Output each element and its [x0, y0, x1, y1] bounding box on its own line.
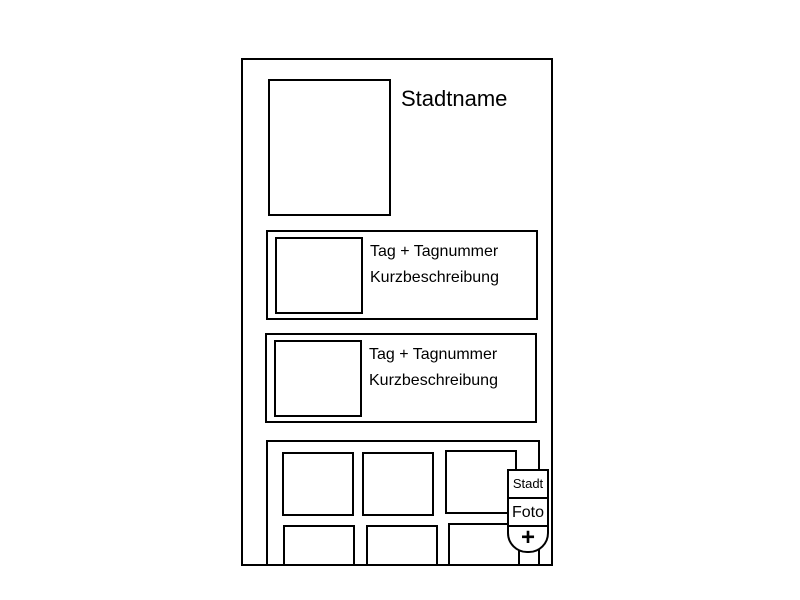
fab-menu: Stadt Foto + — [507, 469, 549, 553]
day-card[interactable]: Tag + Tagnummer Kurzbeschreibung — [265, 333, 537, 423]
day-title: Tag + Tagnummer — [369, 346, 498, 363]
day-description: Kurzbeschreibung — [370, 269, 499, 286]
day-title: Tag + Tagnummer — [370, 243, 499, 260]
add-photo-button[interactable]: Foto — [507, 497, 549, 527]
phone-frame: Stadtname Tag + Tagnummer Kurzbeschreibu… — [241, 58, 553, 566]
gallery-photo[interactable] — [362, 452, 434, 516]
add-city-button[interactable]: Stadt — [507, 469, 549, 499]
gallery-photo[interactable] — [282, 452, 354, 516]
gallery-photo[interactable] — [283, 525, 355, 564]
city-name-title: Stadtname — [401, 86, 508, 111]
plus-icon[interactable]: + — [507, 525, 549, 553]
photo-gallery — [266, 440, 540, 564]
city-image-placeholder — [268, 79, 391, 216]
day-description: Kurzbeschreibung — [369, 372, 498, 389]
day-card[interactable]: Tag + Tagnummer Kurzbeschreibung — [266, 230, 538, 320]
gallery-photo[interactable] — [366, 525, 438, 564]
day-thumbnail — [274, 340, 362, 417]
day-thumbnail — [275, 237, 363, 314]
